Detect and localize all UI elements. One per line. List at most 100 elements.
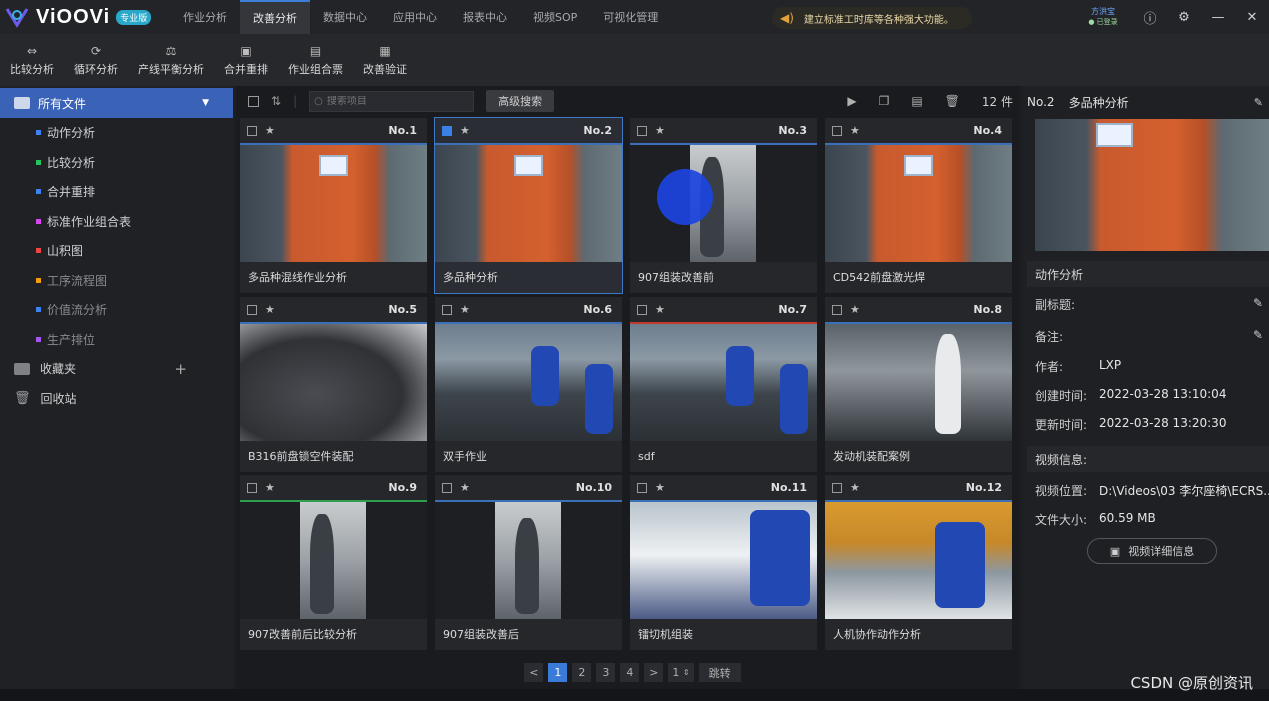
card-checkbox[interactable]: [832, 125, 842, 136]
play-icon[interactable]: ▶: [847, 94, 856, 108]
video-thumbnail[interactable]: [825, 324, 1012, 441]
card-12[interactable]: ★ No.12 人机协作动作分析: [825, 475, 1012, 650]
card-7[interactable]: ★ No.7 sdf: [630, 297, 817, 472]
page-3-button[interactable]: 3: [596, 663, 616, 682]
info-icon[interactable]: ⓘ: [1133, 8, 1167, 27]
card-3[interactable]: ★ No.3 907组装改善前: [630, 118, 817, 293]
sidebar-item-yamazumi[interactable]: 山积图: [0, 236, 233, 266]
video-thumbnail[interactable]: [825, 502, 1012, 619]
page-number-input[interactable]: 1 ⇕: [668, 663, 694, 682]
sidebar-item-standard-job-table[interactable]: 标准作业组合表: [0, 207, 233, 237]
edit-subtitle-icon[interactable]: ✎: [1253, 296, 1263, 310]
star-icon[interactable]: ★: [265, 481, 275, 494]
star-icon[interactable]: ★: [460, 303, 470, 316]
sidebar-item-merge-reorder[interactable]: 合并重排: [0, 177, 233, 207]
detail-thumbnail[interactable]: [1035, 119, 1269, 251]
tab-improvement-analysis[interactable]: 改善分析: [240, 0, 310, 34]
tab-data-center[interactable]: 数据中心: [310, 0, 380, 34]
card-checkbox[interactable]: [637, 304, 647, 315]
sort-icon[interactable]: ⇅: [271, 94, 281, 108]
video-thumbnail[interactable]: [240, 145, 427, 262]
card-1[interactable]: ★ No.1 多品种混线作业分析: [240, 118, 427, 293]
next-page-button[interactable]: >: [644, 663, 664, 682]
select-all-checkbox[interactable]: [248, 95, 259, 107]
card-checkbox[interactable]: [442, 482, 452, 493]
video-thumbnail[interactable]: [240, 324, 427, 441]
delete-icon[interactable]: 🗑: [945, 94, 960, 108]
card-8[interactable]: ★ No.8 发动机装配案例: [825, 297, 1012, 472]
list-icon[interactable]: ▤: [911, 94, 922, 108]
tab-job-analysis[interactable]: 作业分析: [170, 0, 240, 34]
sidebar-item-motion-analysis[interactable]: 动作分析: [0, 118, 233, 148]
star-icon[interactable]: ★: [265, 124, 275, 137]
card-4[interactable]: ★ No.4 CD542前盘激光焊: [825, 118, 1012, 293]
card-5[interactable]: ★ No.5 B316前盘锁空件装配: [240, 297, 427, 472]
sidebar-item-favorites[interactable]: 收藏夹 +: [0, 354, 233, 384]
tab-app-center[interactable]: 应用中心: [380, 0, 450, 34]
star-icon[interactable]: ★: [655, 481, 665, 494]
compare-analysis-button[interactable]: ⇔ 比较分析: [0, 34, 64, 86]
video-thumbnail[interactable]: [435, 145, 622, 262]
card-checkbox[interactable]: [247, 482, 257, 493]
star-icon[interactable]: ★: [655, 124, 665, 137]
card-10[interactable]: ★ No.10 907组装改善后: [435, 475, 622, 650]
sidebar-item-all-files[interactable]: 所有文件 ▼: [0, 88, 233, 118]
tab-video-sop[interactable]: 视频SOP: [520, 0, 590, 34]
star-icon[interactable]: ★: [850, 124, 860, 137]
close-icon[interactable]: ✕: [1235, 10, 1269, 25]
card-2[interactable]: ★ No.2 多品种分析: [434, 117, 623, 294]
user-info[interactable]: 方洪宝 ● 已登录: [1073, 7, 1133, 27]
add-icon[interactable]: +: [174, 360, 187, 378]
gear-icon[interactable]: ⚙: [1167, 10, 1201, 25]
sidebar-item-compare-analysis[interactable]: 比较分析: [0, 148, 233, 178]
job-combo-sheet-button[interactable]: ▤ 作业组合票: [278, 34, 353, 86]
sidebar-item-recycle-bin[interactable]: 🗑 回收站: [0, 384, 233, 414]
card-checkbox[interactable]: [247, 304, 257, 315]
video-thumbnail[interactable]: [630, 145, 817, 262]
notice-banner[interactable]: ◀) 建立标准工时库等各种强大功能。: [772, 7, 972, 29]
sidebar-item-value-stream[interactable]: 价值流分析: [0, 295, 233, 325]
search-input[interactable]: [326, 95, 467, 107]
star-icon[interactable]: ★: [850, 481, 860, 494]
star-icon[interactable]: ★: [850, 303, 860, 316]
card-checkbox[interactable]: [832, 304, 842, 315]
video-thumbnail[interactable]: [630, 324, 817, 441]
card-checkbox[interactable]: [832, 482, 842, 493]
tab-visual-management[interactable]: 可视化管理: [590, 0, 671, 34]
minimize-icon[interactable]: —: [1201, 10, 1235, 25]
cycle-analysis-button[interactable]: ⟳ 循环分析: [64, 34, 128, 86]
sidebar-item-process-flow[interactable]: 工序流程图: [0, 266, 233, 296]
video-thumbnail[interactable]: [435, 502, 622, 619]
star-icon[interactable]: ★: [460, 124, 470, 137]
sidebar-item-production-ranking[interactable]: 生产排位: [0, 325, 233, 355]
card-checkbox[interactable]: [247, 125, 257, 136]
card-6[interactable]: ★ No.6 双手作业: [435, 297, 622, 472]
star-icon[interactable]: ★: [265, 303, 275, 316]
card-9[interactable]: ★ No.9 907改善前后比较分析: [240, 475, 427, 650]
search-box[interactable]: ○: [309, 90, 475, 112]
page-4-button[interactable]: 4: [620, 663, 640, 682]
edit-icon[interactable]: ✎: [1254, 96, 1263, 109]
chevron-down-icon[interactable]: ▼: [202, 98, 209, 108]
video-thumbnail[interactable]: [630, 502, 817, 619]
card-11[interactable]: ★ No.11 镭切机组装: [630, 475, 817, 650]
improvement-verify-button[interactable]: ▦ 改善验证: [353, 34, 417, 86]
edit-note-icon[interactable]: ✎: [1253, 328, 1263, 342]
card-checkbox[interactable]: [442, 304, 452, 315]
merge-reorder-button[interactable]: ▣ 合并重排: [214, 34, 278, 86]
video-details-button[interactable]: ▣ 视频详细信息: [1087, 538, 1217, 564]
card-checkbox[interactable]: [637, 125, 647, 136]
tab-report-center[interactable]: 报表中心: [450, 0, 520, 34]
card-checkbox[interactable]: [637, 482, 647, 493]
video-thumbnail[interactable]: [825, 145, 1012, 262]
video-thumbnail[interactable]: [240, 502, 427, 619]
video-thumbnail[interactable]: [435, 324, 622, 441]
advanced-search-button[interactable]: 高级搜索: [486, 90, 555, 112]
star-icon[interactable]: ★: [460, 481, 470, 494]
card-checkbox[interactable]: [442, 125, 452, 136]
line-balance-button[interactable]: ⚖ 产线平衡分析: [128, 34, 214, 86]
page-2-button[interactable]: 2: [572, 663, 592, 682]
prev-page-button[interactable]: <: [524, 663, 544, 682]
jump-button[interactable]: 跳转: [698, 663, 741, 682]
page-1-button[interactable]: 1: [548, 663, 568, 682]
